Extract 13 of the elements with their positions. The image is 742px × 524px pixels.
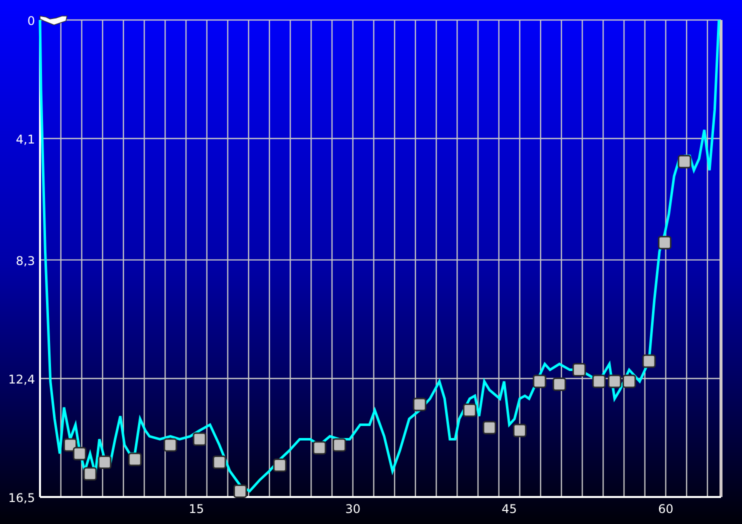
square-marker	[273, 458, 287, 472]
square-marker	[128, 452, 142, 466]
axis-label: 8,3	[16, 254, 35, 268]
axis-label: 45	[502, 502, 517, 516]
axis-label: 0	[27, 14, 35, 28]
axis-label: 15	[188, 502, 204, 516]
axis-label: 12,4	[8, 372, 35, 386]
axis-label: 4,1	[16, 132, 35, 147]
axis-label: 30	[345, 502, 360, 516]
square-marker	[482, 420, 496, 434]
square-marker	[64, 438, 77, 452]
axis-label: 16,5	[8, 491, 35, 505]
axis-label: 60	[658, 502, 674, 516]
